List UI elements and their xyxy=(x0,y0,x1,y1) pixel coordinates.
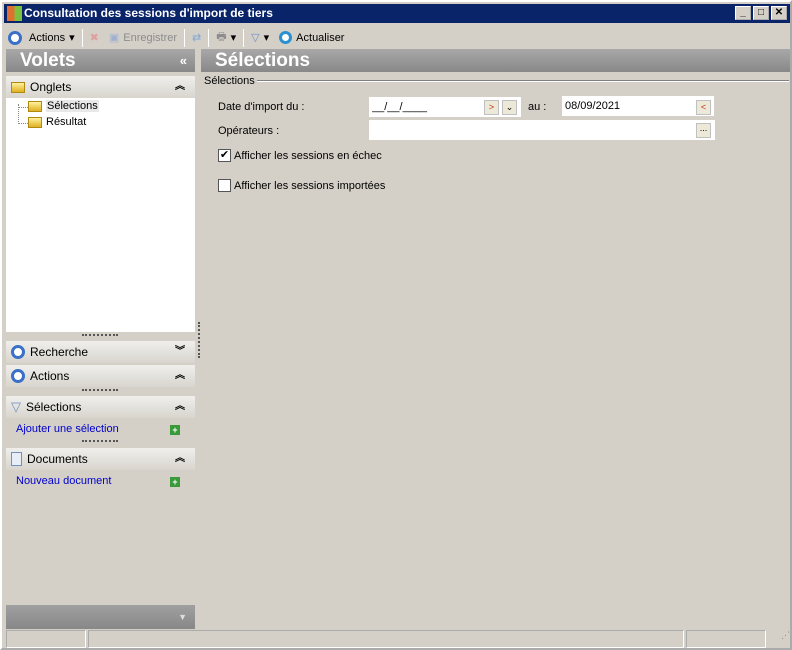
app-icon xyxy=(7,6,22,21)
chevron-up-icon[interactable]: ︽ xyxy=(175,365,185,387)
panes-header: Volets « xyxy=(6,49,195,72)
new-document-link[interactable]: Nouveau document xyxy=(16,475,111,487)
maximize-button[interactable]: □ xyxy=(753,6,769,20)
separator xyxy=(208,28,210,47)
folder-icon xyxy=(28,116,42,128)
date-to-label: au : xyxy=(528,101,547,113)
print-button[interactable]: 🖶 ▾ xyxy=(213,27,239,48)
main-header: Sélections xyxy=(201,49,790,72)
panes-title: Volets xyxy=(20,50,76,71)
filter-button[interactable]: ▽ ▾ xyxy=(248,27,272,48)
actions-menu-button[interactable]: Actions ▾ xyxy=(26,27,78,48)
actions-label: Actions xyxy=(29,31,66,44)
tree-line xyxy=(18,98,28,108)
chevron-up-icon[interactable]: ︽ xyxy=(175,396,185,418)
main-title: Sélections xyxy=(215,50,311,71)
window-title: Consultation des sessions d'import de ti… xyxy=(24,6,273,20)
folder-icon xyxy=(11,81,25,93)
splitter-handle[interactable] xyxy=(82,334,118,336)
group-line xyxy=(205,81,789,82)
failed-sessions-checkbox[interactable]: ✔ xyxy=(218,149,231,162)
status-pane xyxy=(686,630,766,648)
open-folder-icon xyxy=(28,100,42,112)
splitter-handle[interactable] xyxy=(82,389,118,391)
save-button[interactable]: ▣ Enregistrer xyxy=(106,27,180,48)
sync-icon: ⇄ xyxy=(192,32,202,44)
actions-icon xyxy=(8,30,22,45)
tree-item-resultat[interactable]: Résultat xyxy=(28,116,86,128)
section-selections[interactable]: ▽ Sélections ︽ xyxy=(6,396,195,418)
filter-icon: ▽ xyxy=(251,32,260,44)
imported-sessions-checkbox[interactable] xyxy=(218,179,231,192)
browse-operators-button[interactable]: ... xyxy=(696,123,711,138)
refresh-button[interactable]: Actualiser xyxy=(276,27,347,48)
minimize-button[interactable]: _ xyxy=(735,6,751,20)
separator xyxy=(243,28,245,47)
dropdown-arrow-icon: ▾ xyxy=(263,32,270,44)
sync-button[interactable]: ⇄ xyxy=(189,27,204,48)
calendar-prev-button[interactable]: < xyxy=(696,100,711,115)
delete-icon: ✖ xyxy=(89,32,99,44)
save-icon: ▣ xyxy=(108,32,120,44)
date-from-label: Date d'import du : xyxy=(218,101,305,113)
save-label: Enregistrer xyxy=(123,31,178,44)
title-bar: Consultation des sessions d'import de ti… xyxy=(4,4,790,23)
operators-input[interactable] xyxy=(369,120,715,140)
section-onglets[interactable]: Onglets ︽ xyxy=(6,76,195,98)
vertical-splitter[interactable] xyxy=(198,322,200,358)
tree-item-label: Résultat xyxy=(46,116,87,128)
chevron-down-icon[interactable]: ▼ xyxy=(178,612,187,622)
group-title: Sélections xyxy=(204,75,257,87)
section-label: Sélections xyxy=(26,400,82,414)
status-pane xyxy=(6,630,86,648)
panes-footer[interactable]: ▼ xyxy=(6,605,195,629)
tree-item-selections[interactable]: Sélections xyxy=(28,100,99,112)
section-documents[interactable]: Documents ︽ xyxy=(6,448,195,470)
print-icon: 🖶 xyxy=(216,31,227,43)
dropdown-arrow-icon: ▾ xyxy=(230,32,237,44)
resize-grip-icon[interactable]: ⋰ xyxy=(768,630,790,648)
delete-button[interactable]: ✖ xyxy=(87,27,102,48)
separator xyxy=(81,28,83,47)
refresh-label: Actualiser xyxy=(296,31,345,44)
status-pane xyxy=(88,630,684,648)
actions-icon xyxy=(11,369,25,383)
dropdown-arrow-icon: ▾ xyxy=(69,32,75,44)
date-dropdown-button[interactable]: ⌄ xyxy=(502,100,517,115)
imported-sessions-label: Afficher les sessions importées xyxy=(234,180,386,192)
operators-label: Opérateurs : xyxy=(218,125,280,137)
date-to-input[interactable] xyxy=(562,96,714,116)
section-label: Recherche xyxy=(30,345,89,359)
search-icon xyxy=(11,345,25,359)
splitter-handle[interactable] xyxy=(82,440,118,442)
refresh-icon xyxy=(279,31,293,44)
add-selection-link[interactable]: Ajouter une sélection xyxy=(16,423,119,435)
section-actions[interactable]: Actions ︽ xyxy=(6,365,195,387)
add-icon[interactable]: + xyxy=(170,425,180,435)
section-label: Actions xyxy=(30,369,70,383)
filter-icon: ▽ xyxy=(11,399,21,414)
add-icon[interactable]: + xyxy=(170,477,180,487)
tabs-tree: Sélections Résultat xyxy=(6,98,195,332)
section-recherche[interactable]: Recherche ︾ xyxy=(6,341,195,363)
separator xyxy=(184,28,186,47)
chevron-up-icon[interactable]: ︽ xyxy=(175,76,185,98)
close-button[interactable]: ✕ xyxy=(771,6,787,20)
section-label: Onglets xyxy=(30,80,72,94)
collapse-panes-button[interactable]: « xyxy=(180,49,187,72)
failed-sessions-label: Afficher les sessions en échec xyxy=(234,150,382,162)
calendar-next-button[interactable]: > xyxy=(484,100,499,115)
section-label: Documents xyxy=(27,452,88,466)
toolbar: Actions ▾ ✖ ▣ Enregistrer ⇄ 🖶 ▾ ▽ ▾ Actualis… xyxy=(4,26,790,49)
chevron-down-icon[interactable]: ︾ xyxy=(175,341,185,363)
tree-item-label: Sélections xyxy=(46,100,99,112)
window: Consultation des sessions d'import de ti… xyxy=(0,0,792,650)
status-bar: ⋰ xyxy=(6,630,790,648)
document-icon xyxy=(11,452,22,466)
chevron-up-icon[interactable]: ︽ xyxy=(175,448,185,470)
